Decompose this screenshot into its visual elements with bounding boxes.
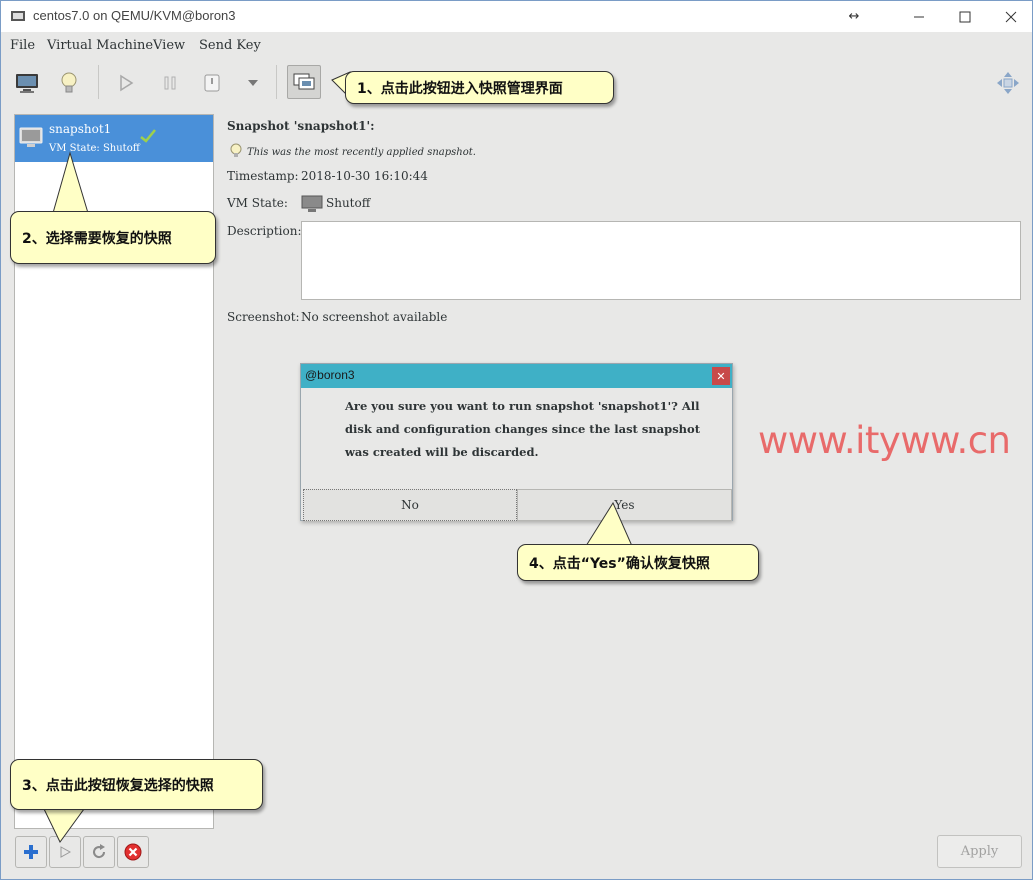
- vm-state-icon: [301, 195, 323, 212]
- monitor-icon: [16, 74, 38, 93]
- description-field[interactable]: [301, 221, 1021, 300]
- vm-state-label: VM State:: [227, 196, 288, 210]
- screenshot-value: No screenshot available: [301, 310, 448, 324]
- screenshot-label: Screenshot:: [227, 310, 300, 324]
- minimize-button[interactable]: [896, 1, 942, 32]
- close-button[interactable]: [988, 1, 1034, 32]
- console-button[interactable]: [10, 66, 44, 100]
- vm-monitor-icon: [19, 127, 43, 147]
- fullscreen-button[interactable]: [991, 66, 1025, 100]
- pause-button[interactable]: [153, 66, 187, 100]
- dialog-no-button[interactable]: No: [303, 489, 517, 521]
- dialog-title: @boron3: [305, 368, 355, 382]
- play-icon: [120, 74, 134, 92]
- watermark: www.ityww.cn: [758, 419, 1011, 462]
- delete-icon: [124, 843, 142, 861]
- dialog-title-bar[interactable]: @boron3 ✕: [301, 364, 732, 388]
- title-bar[interactable]: centos7.0 on QEMU/KVM@boron3 ↔: [1, 1, 1032, 32]
- chevron-down-icon: [248, 80, 258, 86]
- plus-icon: [24, 845, 38, 859]
- window-title: centos7.0 on QEMU/KVM@boron3: [33, 8, 236, 23]
- callout-step3: 3、点击此按钮恢复选择的快照: [10, 759, 263, 810]
- lightbulb-icon: [230, 143, 242, 157]
- callout-step1: 1、点击此按钮进入快照管理界面: [345, 71, 614, 104]
- current-snapshot-hint: This was the most recently applied snaps…: [247, 147, 476, 158]
- menu-view[interactable]: View: [153, 38, 185, 53]
- description-label: Description:: [227, 224, 302, 238]
- power-icon: [204, 74, 220, 92]
- callout-step4: 4、点击“Yes”确认恢复快照: [517, 544, 759, 581]
- checkmark-icon: [140, 129, 156, 143]
- menu-virtual-machine[interactable]: Virtual Machine: [47, 38, 153, 53]
- run-button[interactable]: [109, 66, 143, 100]
- menu-send-key[interactable]: Send Key: [199, 38, 261, 53]
- apply-button[interactable]: Apply: [937, 835, 1022, 868]
- resize-cursor-icon: ↔: [848, 9, 860, 24]
- toolbar-separator: [98, 65, 99, 99]
- refresh-icon: [93, 844, 106, 859]
- add-snapshot-button[interactable]: [15, 836, 47, 868]
- vm-state-value: Shutoff: [326, 196, 371, 210]
- dialog-close-button[interactable]: ✕: [712, 367, 730, 385]
- snapshots-button[interactable]: [287, 65, 321, 99]
- snapshot-icon: [293, 73, 315, 90]
- menu-file[interactable]: File: [10, 38, 35, 53]
- virt-manager-icon: [11, 11, 25, 21]
- shutdown-menu-button[interactable]: [236, 66, 270, 100]
- play-icon: [60, 846, 71, 858]
- timestamp-label: Timestamp:: [227, 169, 299, 183]
- refresh-snapshots-button[interactable]: [83, 836, 115, 868]
- snapshot-state: VM State: Shutoff: [49, 143, 140, 154]
- dialog-yes-button[interactable]: Yes: [517, 489, 732, 521]
- dialog-message: Are you sure you want to run snapshot 's…: [345, 399, 701, 459]
- timestamp-value: 2018-10-30 16:10:44: [301, 169, 428, 183]
- snapshot-list-item[interactable]: snapshot1 VM State: Shutoff: [15, 115, 213, 162]
- snapshot-title: Snapshot 'snapshot1':: [227, 119, 375, 133]
- shutdown-button[interactable]: [195, 66, 229, 100]
- confirm-dialog: @boron3 ✕ Are you sure you want to run s…: [300, 363, 733, 521]
- lightbulb-icon: [61, 72, 77, 93]
- toolbar-separator: [276, 65, 277, 99]
- delete-snapshot-button[interactable]: [117, 836, 149, 868]
- move-arrows-icon: [997, 72, 1019, 94]
- callout-step2: 2、选择需要恢复的快照: [10, 211, 216, 264]
- maximize-button[interactable]: [942, 1, 988, 32]
- pause-icon: [164, 76, 176, 90]
- menu-bar: File Virtual Machine View Send Key: [1, 32, 1032, 58]
- run-snapshot-button[interactable]: [49, 836, 81, 868]
- snapshot-name: snapshot1: [49, 122, 112, 136]
- details-button[interactable]: [52, 66, 86, 100]
